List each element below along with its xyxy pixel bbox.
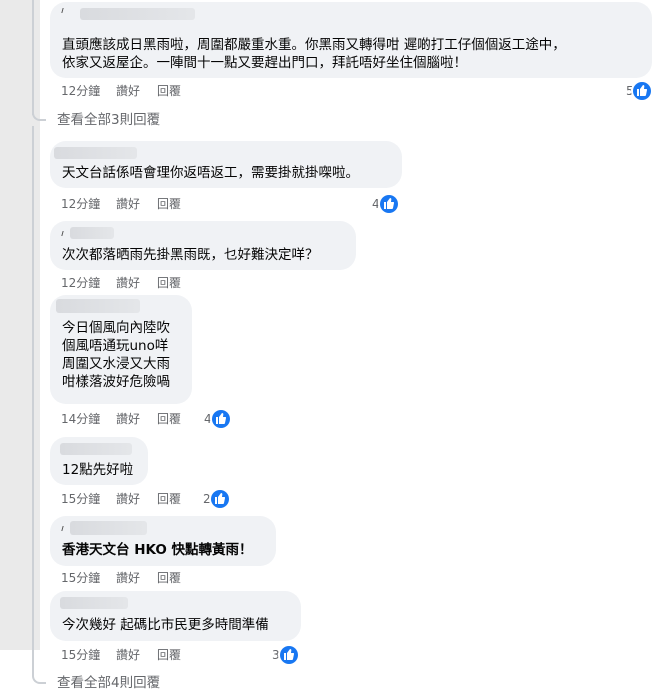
comment-bubble: 天文台話係唔會理你返唔返工，需要掛就掛㗎啦。 <box>50 141 402 188</box>
thumbs-up-icon <box>212 410 230 428</box>
reply-button[interactable]: 回覆 <box>157 83 181 99</box>
commenter-name-blur[interactable] <box>60 597 128 609</box>
left-gutter <box>0 0 40 650</box>
thread-connector <box>32 674 46 684</box>
comment-actions: 12分鐘 讚好 回覆 <box>61 196 261 212</box>
comment-bubble: 12點先好啦 <box>50 437 148 485</box>
comment-actions: 15分鐘 讚好 回覆 <box>61 647 261 663</box>
reply-button[interactable]: 回覆 <box>157 647 181 663</box>
reaction-count[interactable]: 5 <box>624 82 654 100</box>
comment-actions: 15分鐘 讚好 回覆 <box>61 491 261 507</box>
comment-timestamp[interactable]: 12分鐘 <box>61 275 100 291</box>
reply-button[interactable]: 回覆 <box>157 275 181 291</box>
comment-timestamp[interactable]: 14分鐘 <box>61 411 100 427</box>
comment-text: 天文台話係唔會理你返唔返工，需要掛就掛㗎啦。 <box>62 165 359 181</box>
like-button[interactable]: 讚好 <box>116 196 140 212</box>
comment-actions: 12分鐘 讚好 回覆 <box>61 275 261 291</box>
commenter-name-blur[interactable] <box>60 443 132 455</box>
comment-text: 今次幾好 起碼比市民更多時間準備 <box>62 617 269 633</box>
comment-timestamp[interactable]: 12分鐘 <box>61 83 100 99</box>
commenter-name-blur[interactable] <box>70 521 147 535</box>
reply-button[interactable]: 回覆 <box>157 196 181 212</box>
comment-text: 12點先好啦 <box>62 462 134 478</box>
commenter-name-redacted <box>61 526 68 531</box>
comment-bubble: 香港天文台 HKO 快點轉黃雨！ <box>50 516 276 566</box>
commenter-name-redacted <box>61 231 68 236</box>
thumbs-up-icon <box>211 490 229 508</box>
thread-line <box>32 0 34 115</box>
comment-bubble: 次次都落晒雨先掛黑雨既，乜好難決定咩？ <box>50 221 356 270</box>
commenter-name-blur[interactable] <box>54 147 137 159</box>
reaction-count-number: 4 <box>372 197 380 211</box>
comment-bubble: 今日個風向內陸吹 個風唔通玩uno咩 周圍又水浸又大雨 咁樣落波好危險喎 <box>50 295 192 404</box>
reply-button[interactable]: 回覆 <box>157 411 181 427</box>
like-button[interactable]: 讚好 <box>116 647 140 663</box>
reaction-count-number: 4 <box>204 412 212 426</box>
comment-text: 次次都落晒雨先掛黑雨既，乜好難決定咩？ <box>62 247 319 263</box>
like-button[interactable]: 讚好 <box>116 83 140 99</box>
commenter-name-blur[interactable] <box>70 227 114 239</box>
reply-button[interactable]: 回覆 <box>157 570 181 586</box>
comment-timestamp[interactable]: 15分鐘 <box>61 570 100 586</box>
view-all-replies-link[interactable]: 查看全部3則回覆 <box>57 111 160 129</box>
reaction-count[interactable]: 3 <box>270 646 300 664</box>
like-button[interactable]: 讚好 <box>116 411 140 427</box>
comment-timestamp[interactable]: 15分鐘 <box>61 647 100 663</box>
like-button[interactable]: 讚好 <box>116 491 140 507</box>
thread-line <box>32 126 34 676</box>
commenter-name-blur[interactable] <box>80 8 195 20</box>
comment-text[interactable]: 香港天文台 HKO 快點轉黃雨！ <box>62 541 276 559</box>
comment-text: 直頭應該成日黑雨啦，周圍都嚴重水重。你黑雨又轉得咁 遲啲打工仔個個返工途中， 依… <box>62 37 566 71</box>
view-all-replies-link[interactable]: 查看全部4則回覆 <box>57 674 160 692</box>
comment-actions: 12分鐘 讚好 回覆 <box>61 83 261 99</box>
like-button[interactable]: 讚好 <box>116 275 140 291</box>
thumbs-up-icon <box>633 82 651 100</box>
comment-timestamp[interactable]: 15分鐘 <box>61 491 100 507</box>
reaction-count-number: 2 <box>203 492 211 506</box>
comment-timestamp[interactable]: 12分鐘 <box>61 196 100 212</box>
commenter-name-redacted <box>61 8 68 13</box>
reaction-count[interactable]: 4 <box>370 195 400 213</box>
reaction-count-number: 3 <box>272 648 280 662</box>
reaction-count[interactable]: 2 <box>201 490 231 508</box>
comment-text: 今日個風向內陸吹 個風唔通玩uno咩 周圍又水浸又大雨 咁樣落波好危險喎 <box>62 320 170 390</box>
commenter-name-blur[interactable] <box>56 299 140 313</box>
thumbs-up-icon <box>380 195 398 213</box>
reply-button[interactable]: 回覆 <box>157 491 181 507</box>
thumbs-up-icon <box>280 646 298 664</box>
comment-bubble: 直頭應該成日黑雨啦，周圍都嚴重水重。你黑雨又轉得咁 遲啲打工仔個個返工途中， 依… <box>50 2 652 78</box>
like-button[interactable]: 讚好 <box>116 570 140 586</box>
comment-actions: 15分鐘 讚好 回覆 <box>61 570 261 586</box>
reaction-count[interactable]: 4 <box>202 410 232 428</box>
comment-bubble: 今次幾好 起碼比市民更多時間準備 <box>50 591 301 641</box>
